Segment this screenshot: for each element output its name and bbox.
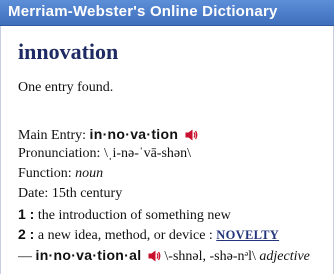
headword-title: innovation <box>18 39 119 64</box>
audio-speaker-icon[interactable] <box>185 129 198 146</box>
derived-function: adjective <box>259 249 310 264</box>
pronunciation-line: Pronunciation: \ˌi-nə-ˈvā-shən\ <box>18 146 191 162</box>
main-entry-label: Main Entry: <box>18 128 87 143</box>
function-line: Function: noun <box>18 166 103 182</box>
derived-dash: — <box>18 249 32 264</box>
site-title: Merriam-Webster's Online Dictionary <box>8 3 278 20</box>
sense-text: the introduction of something new <box>34 208 231 223</box>
synonym-link-novelty[interactable]: NOVELTY <box>216 228 279 242</box>
derived-word: in·no·va·tion·al <box>35 247 142 263</box>
sense-1: 1 : the introduction of something new <box>18 206 231 224</box>
main-entry-line: Main Entry: in·no·va·tion <box>18 126 198 146</box>
sense-text: a new idea, method, or device : <box>34 228 217 243</box>
site-banner: Merriam-Webster's Online Dictionary <box>0 0 334 26</box>
derived-form-line: — in·no·va·tion·al \-shnəl, -shə-nᵊl\ ad… <box>18 247 310 267</box>
pronunciation-value: \ˌi-nə-ˈvā-shən\ <box>103 146 192 161</box>
date-line: Date: 15th century <box>18 186 122 202</box>
sense-number: 2 <box>18 226 26 242</box>
audio-speaker-icon[interactable] <box>148 250 161 267</box>
sense-2: 2 : a new idea, method, or device : NOVE… <box>18 226 279 244</box>
function-label: Function: <box>18 166 72 181</box>
sense-number: 1 <box>18 206 26 222</box>
function-value: noun <box>75 166 104 181</box>
entry-count-text: One entry found. <box>18 80 114 95</box>
date-value: 15th century <box>51 186 123 201</box>
pronunciation-label: Pronunciation: <box>18 146 101 161</box>
date-label: Date: <box>18 186 49 201</box>
derived-pronunciation: \-shnəl, -shə-nᵊl\ <box>164 249 256 264</box>
main-entry-word: in·no·va·tion <box>89 126 179 142</box>
